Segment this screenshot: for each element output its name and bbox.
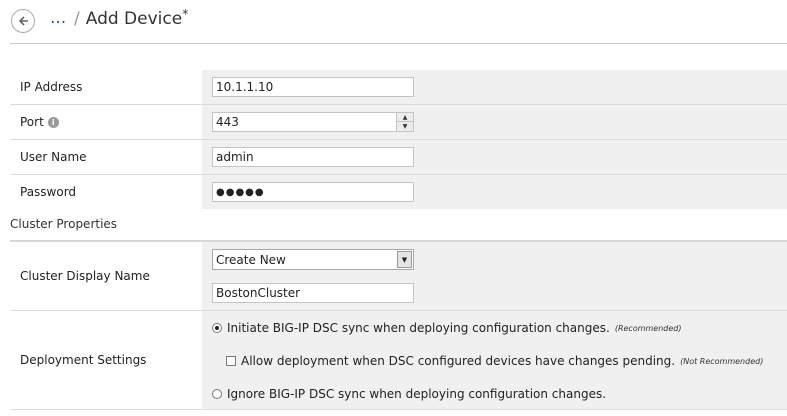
allow-pending-label: Allow deployment when DSC configured dev…	[241, 354, 676, 368]
decrement-icon[interactable]: ▼	[397, 122, 413, 131]
dsc-sync-label: Initiate BIG-IP DSC sync when deploying …	[227, 321, 610, 335]
recommended-note: (Recommended)	[614, 323, 682, 333]
ip-address-input[interactable]: 10.1.1.10	[212, 77, 414, 97]
deployment-settings-label: Deployment Settings	[20, 353, 147, 367]
device-form: IP Address 10.1.1.10 Port i 443 ▲ ▼ User…	[10, 70, 787, 209]
page-title-text: Add Device	[85, 9, 183, 29]
username-cell: admin	[202, 140, 787, 174]
not-recommended-note: (Not Recommended)	[680, 356, 764, 366]
increment-icon[interactable]: ▲	[397, 113, 413, 122]
ip-address-row: IP Address 10.1.1.10	[10, 70, 787, 105]
cluster-select[interactable]: Create New ▼	[212, 249, 414, 270]
dsc-sync-radio[interactable]	[212, 323, 222, 333]
allow-pending-option[interactable]: Allow deployment when DSC configured dev…	[226, 354, 763, 368]
username-input[interactable]: admin	[212, 147, 414, 167]
ip-address-label: IP Address	[10, 70, 202, 104]
breadcrumb-separator: /	[74, 9, 80, 29]
header-divider	[10, 43, 787, 44]
port-label-cell: Port i	[10, 105, 202, 139]
back-button[interactable]	[11, 9, 35, 33]
allow-pending-checkbox[interactable]	[226, 356, 236, 366]
cluster-properties-heading: Cluster Properties	[10, 208, 787, 242]
password-cell: ●●●●●	[202, 175, 787, 209]
port-stepper[interactable]: ▲ ▼	[396, 113, 413, 131]
dsc-sync-option[interactable]: Initiate BIG-IP DSC sync when deploying …	[212, 321, 682, 335]
arrow-left-icon	[18, 16, 28, 26]
cluster-display-name-cell: Create New ▼ BostonCluster	[202, 242, 787, 310]
cluster-display-name-row: Cluster Display Name Create New ▼ Boston…	[10, 242, 787, 311]
ip-address-cell: 10.1.1.10	[202, 70, 787, 104]
page-title: / Add Device*	[74, 7, 189, 29]
password-label: Password	[10, 175, 202, 209]
ignore-dsc-option[interactable]: Ignore BIG-IP DSC sync when deploying co…	[212, 387, 606, 401]
port-input[interactable]: 443 ▲ ▼	[212, 112, 414, 132]
cluster-select-value: Create New	[216, 252, 286, 267]
port-label: Port	[20, 115, 44, 129]
cluster-name-input[interactable]: BostonCluster	[212, 283, 414, 303]
info-icon[interactable]: i	[47, 116, 59, 128]
deployment-settings-row: Deployment Settings Initiate BIG-IP DSC …	[10, 311, 787, 410]
breadcrumb-ellipsis[interactable]: ...	[50, 8, 66, 28]
password-row: Password ●●●●●	[10, 175, 787, 209]
port-cell: 443 ▲ ▼	[202, 105, 787, 139]
port-row: Port i 443 ▲ ▼	[10, 105, 787, 140]
ignore-dsc-radio[interactable]	[212, 389, 222, 399]
port-value: 443	[216, 115, 239, 129]
username-label: User Name	[10, 140, 202, 174]
username-row: User Name admin	[10, 140, 787, 175]
cluster-display-name-label: Cluster Display Name	[20, 269, 150, 283]
page-header: ... / Add Device*	[0, 0, 787, 44]
unsaved-marker: *	[182, 7, 189, 21]
ignore-dsc-label: Ignore BIG-IP DSC sync when deploying co…	[227, 387, 607, 401]
chevron-down-icon[interactable]: ▼	[397, 251, 412, 268]
deployment-settings-cell: Initiate BIG-IP DSC sync when deploying …	[202, 311, 787, 409]
password-input[interactable]: ●●●●●	[212, 182, 414, 202]
